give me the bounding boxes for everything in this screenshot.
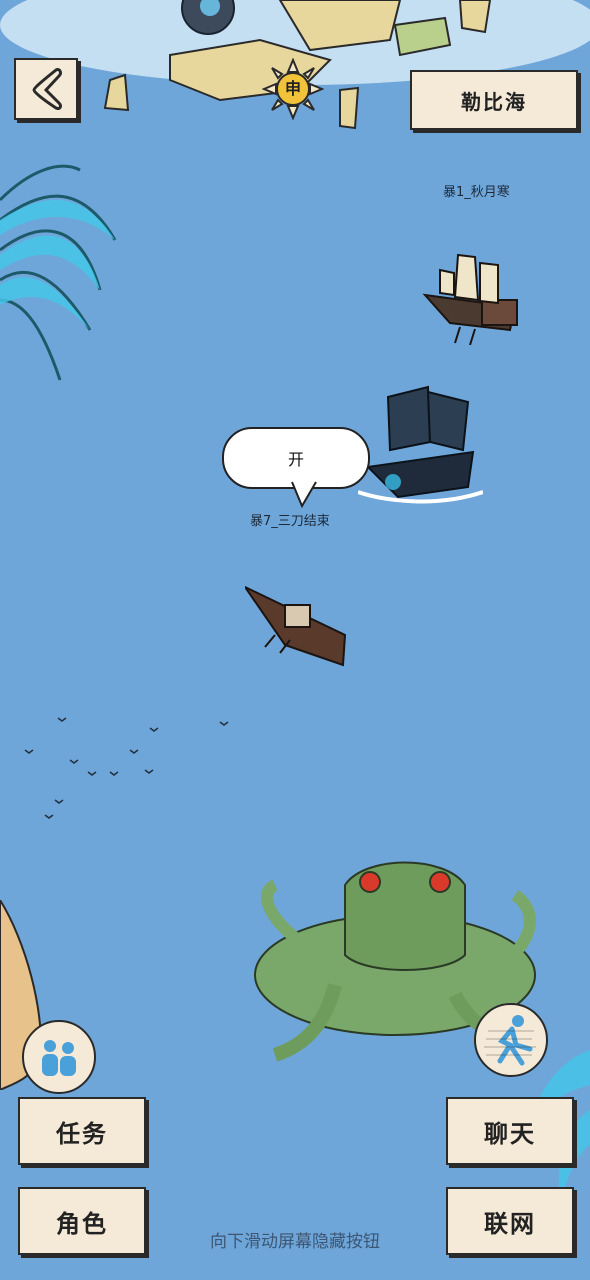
- time-badge: 申: [284, 79, 301, 98]
- palm-fronds-left: [0, 164, 117, 381]
- player-ship-dark[interactable]: [358, 372, 483, 512]
- enemy-ship-1[interactable]: [420, 245, 525, 345]
- chevron-left-icon: [32, 68, 62, 110]
- ship1-label: 暴1_秋月寒: [443, 185, 510, 200]
- game-scene: 申 勒比海 暴1_秋月寒 开 暴7_三刀结束 任务 角色 聊天 联网 向下滑动屏…: [0, 0, 590, 1280]
- rowboat[interactable]: [245, 585, 350, 670]
- back-button[interactable]: [14, 58, 78, 120]
- chat-bubble-text: 开: [287, 450, 304, 469]
- seagulls: [24, 717, 229, 819]
- swipe-hint: 向下滑动屏幕隐藏按钮: [210, 1232, 380, 1252]
- chat-button[interactable]: 聊天: [446, 1097, 574, 1165]
- ship7-label: 暴7_三刀结束: [250, 514, 330, 529]
- party-button[interactable]: [22, 1020, 96, 1094]
- bubble-tail: [291, 481, 317, 509]
- run-button[interactable]: [474, 1003, 548, 1077]
- location-button[interactable]: 勒比海: [410, 70, 578, 130]
- sun-icon[interactable]: 申: [261, 57, 325, 121]
- task-button[interactable]: 任务: [18, 1097, 146, 1165]
- two-people-icon: [42, 1040, 76, 1076]
- running-person-icon: [484, 1015, 536, 1066]
